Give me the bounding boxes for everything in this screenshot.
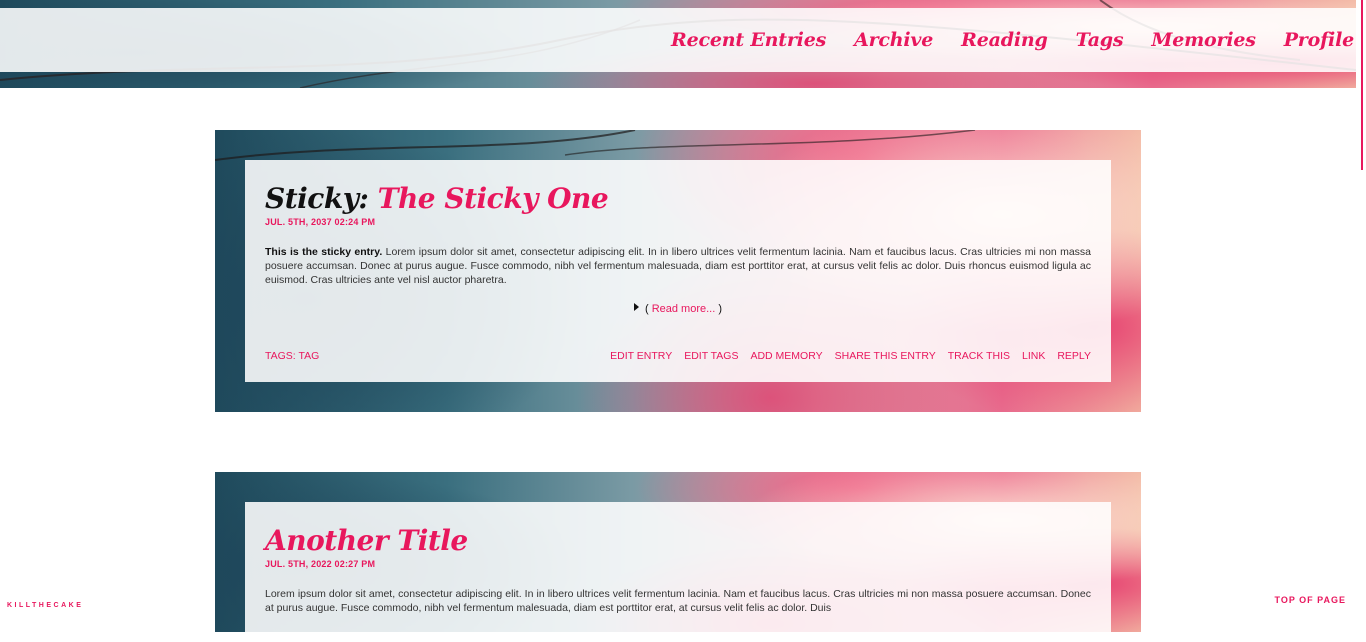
nav-profile[interactable]: Profile [1284, 29, 1354, 51]
scrollbar-thumb[interactable] [1361, 0, 1363, 170]
triangle-right-icon [633, 303, 639, 311]
nav-recent-entries[interactable]: Recent Entries [671, 29, 826, 51]
entry-body-lead: This is the sticky entry. [265, 246, 383, 258]
entry-card: Sticky: The Sticky One JUL. 5TH, 2037 02… [245, 160, 1111, 382]
entry-body: This is the sticky entry. Lorem ipsum do… [265, 245, 1091, 287]
site-brand[interactable]: KILLTHECAKE [7, 602, 83, 609]
entry-sticky: Sticky: The Sticky One JUL. 5TH, 2037 02… [215, 130, 1141, 412]
entry-card: Another Title JUL. 5TH, 2022 02:27 PM Lo… [245, 502, 1111, 642]
read-more-row: ( Read more... ) [265, 303, 1091, 315]
share-entry-link[interactable]: SHARE THIS ENTRY [835, 350, 936, 362]
reply-link[interactable]: REPLY [1057, 350, 1091, 362]
nav-reading[interactable]: Reading [961, 29, 1048, 51]
entry-tags[interactable]: TAGS: TAG [265, 350, 319, 362]
entry-title[interactable]: Sticky: The Sticky One [265, 182, 1091, 216]
add-memory-link[interactable]: ADD MEMORY [750, 350, 822, 362]
entry-title[interactable]: Another Title [265, 524, 1091, 558]
edit-tags-link[interactable]: EDIT TAGS [684, 350, 738, 362]
read-more-open-paren: ( [644, 303, 649, 315]
read-more-link[interactable]: Read more... [652, 303, 716, 315]
top-of-page-link[interactable]: TOP OF PAGE [1274, 595, 1346, 605]
nav-tags[interactable]: Tags [1076, 29, 1124, 51]
entry-title-text[interactable]: Another Title [265, 524, 468, 557]
read-more-close-paren: ) [718, 303, 723, 315]
entry-date: JUL. 5TH, 2037 02:24 PM [265, 217, 376, 227]
entry-title-text[interactable]: The Sticky One [378, 182, 609, 215]
nav-archive[interactable]: Archive [854, 29, 933, 51]
entry-another: Another Title JUL. 5TH, 2022 02:27 PM Lo… [215, 472, 1141, 642]
entry-actions: EDIT ENTRY EDIT TAGS ADD MEMORY SHARE TH… [610, 350, 1091, 362]
nav-memories[interactable]: Memories [1151, 29, 1256, 51]
track-this-link[interactable]: TRACK THIS [948, 350, 1010, 362]
link-link[interactable]: LINK [1022, 350, 1045, 362]
entry-body: Lorem ipsum dolor sit amet, consectetur … [265, 588, 1091, 614]
entry-body-text: Lorem ipsum dolor sit amet, consectetur … [265, 246, 1091, 286]
entry-date: JUL. 5TH, 2022 02:27 PM [265, 559, 376, 569]
main-nav: Recent Entries Archive Reading Tags Memo… [671, 8, 1354, 72]
entry-footer: TAGS: TAG EDIT ENTRY EDIT TAGS ADD MEMOR… [265, 350, 1091, 362]
edit-entry-link[interactable]: EDIT ENTRY [610, 350, 672, 362]
sticky-prefix: Sticky: [265, 182, 369, 215]
